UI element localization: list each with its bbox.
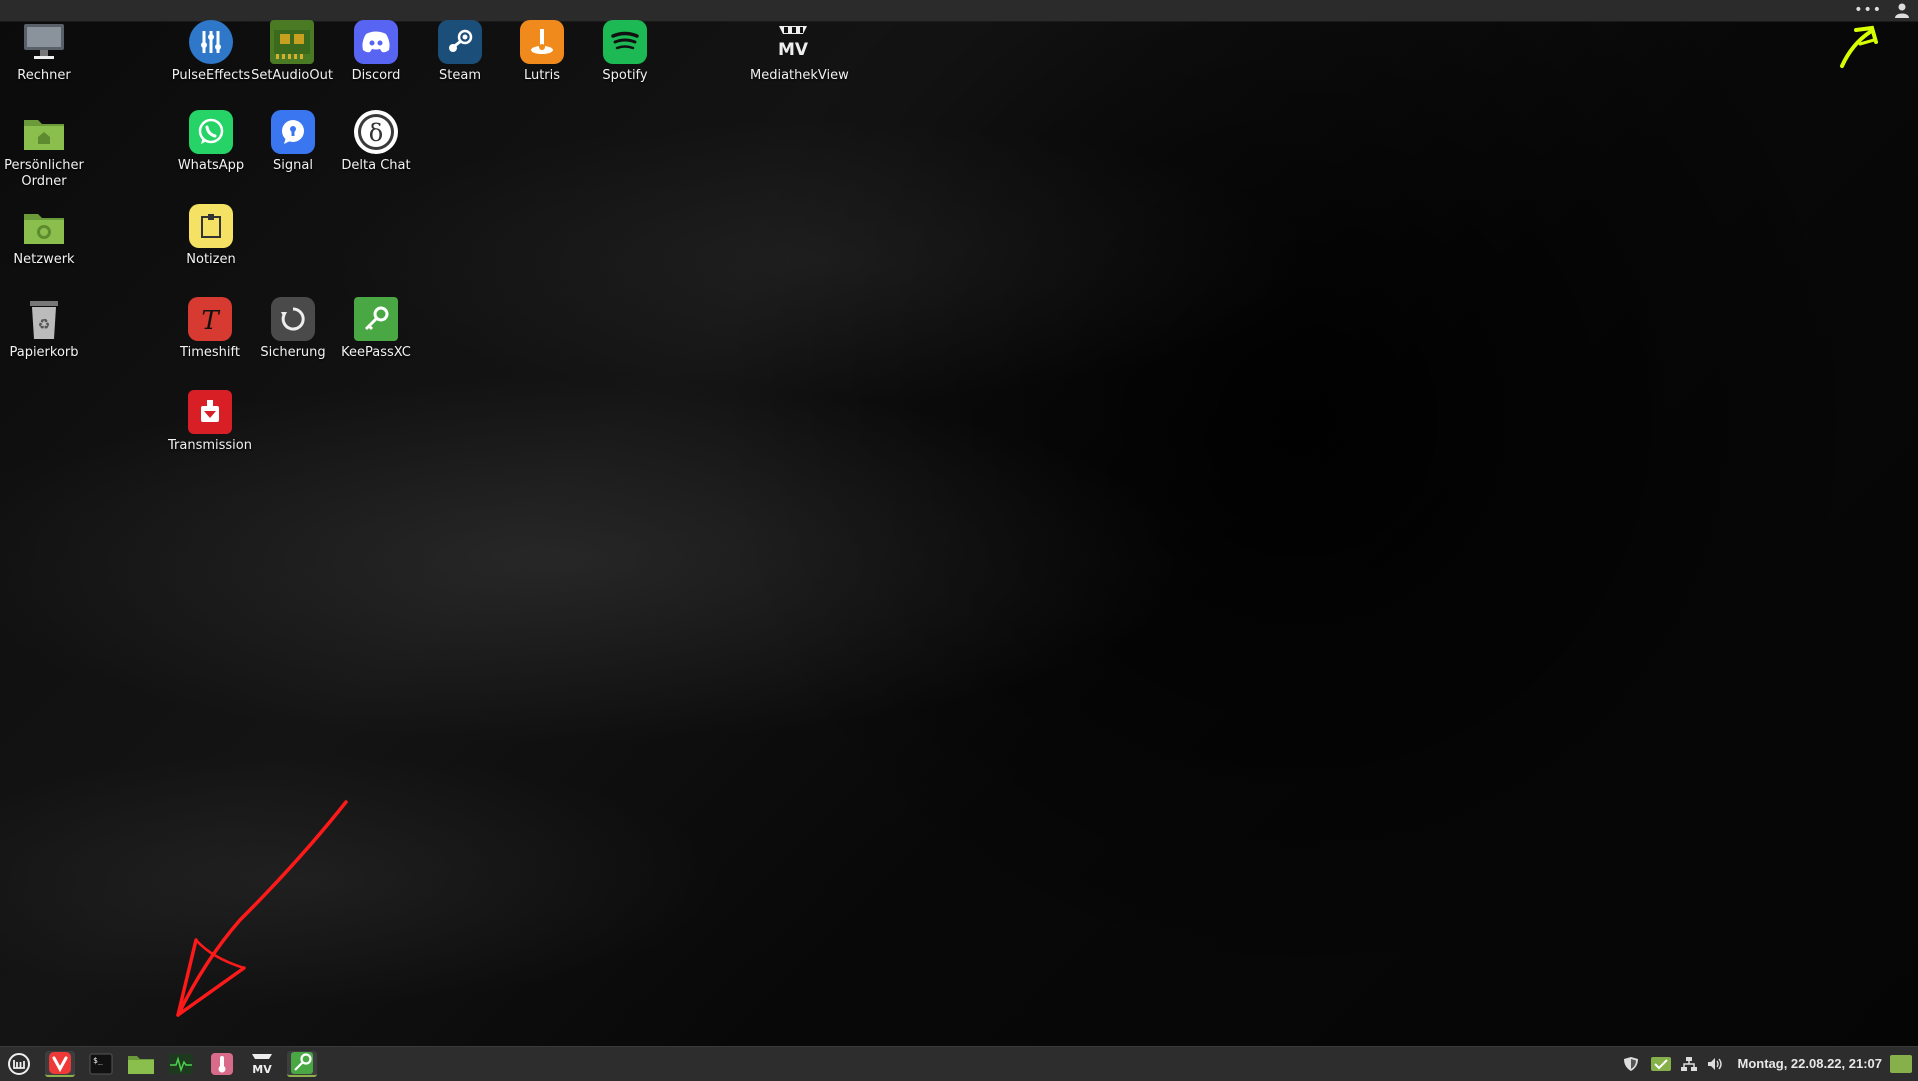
svg-text:$_: $_ [93, 1056, 103, 1065]
desktop-icon-notes[interactable]: Notizen [169, 204, 253, 268]
network-folder-icon [22, 204, 66, 248]
update-manager-icon[interactable] [1650, 1056, 1672, 1072]
backup-icon [271, 297, 315, 341]
vivaldi-icon[interactable] [45, 1051, 75, 1077]
deltachat-icon: δ [354, 110, 398, 154]
steam-icon [438, 20, 482, 64]
notes-icon [189, 204, 233, 248]
pulseeffects-icon [189, 20, 233, 64]
spotify-icon [603, 20, 647, 64]
svg-text:MV: MV [252, 1063, 272, 1076]
network-icon[interactable] [1680, 1056, 1698, 1072]
shield-icon[interactable] [1622, 1056, 1640, 1072]
show-desktop-button[interactable] [1890, 1055, 1912, 1073]
transmission-icon [188, 390, 232, 434]
user-icon[interactable] [1894, 2, 1910, 18]
lutris-icon [520, 20, 564, 64]
desktop-icon-keepassxc[interactable]: KeePassXC [334, 297, 418, 361]
keepassxc-icon [354, 297, 398, 341]
desktop-icon-pulseeffects[interactable]: PulseEffects [169, 20, 253, 84]
system-monitor-icon[interactable] [166, 1051, 196, 1077]
top-panel: ••• [0, 0, 1918, 22]
mediathekview-icon: MV [771, 20, 815, 64]
desktop-icon-whatsapp[interactable]: WhatsApp [169, 110, 253, 174]
desktop-icon-deltachat[interactable]: δ Delta Chat [334, 110, 418, 174]
desktop-icon-home-folder[interactable]: Persönlicher Ordner [2, 110, 86, 190]
discord-icon [354, 20, 398, 64]
desktop-icon-setaudioout[interactable]: SetAudioOut [250, 20, 334, 84]
svg-text:δ: δ [369, 119, 383, 147]
computer-icon [22, 20, 66, 64]
desktop-icon-spotify[interactable]: Spotify [583, 20, 667, 84]
desktop-icon-signal[interactable]: Signal [251, 110, 335, 174]
svg-text:♻: ♻ [38, 317, 51, 333]
svg-text:T: T [201, 306, 220, 334]
desktop-icon-mediathekview[interactable]: MV MediathekView [750, 20, 849, 84]
volume-icon[interactable] [1706, 1056, 1724, 1072]
thermometer-icon[interactable] [207, 1051, 237, 1077]
desktop-icon-network[interactable]: Netzwerk [2, 204, 86, 268]
desktop-icon-trash[interactable]: ♻ Papierkorb [2, 297, 86, 361]
desktop-icon-lutris[interactable]: Lutris [500, 20, 584, 84]
signal-icon [271, 110, 315, 154]
desktop-icon-backup[interactable]: Sicherung [251, 297, 335, 361]
keepassxc-taskbar-icon[interactable] [287, 1051, 317, 1077]
home-folder-icon [22, 110, 66, 154]
files-icon[interactable] [126, 1051, 156, 1077]
trash-icon: ♻ [22, 297, 66, 341]
more-options-icon[interactable]: ••• [1854, 2, 1882, 18]
timeshift-icon: T [188, 297, 232, 341]
mediathekview-taskbar-icon[interactable]: MV [247, 1051, 277, 1077]
taskbar: $_ MV Montag, 22.08.22, 21:07 [0, 1046, 1918, 1081]
desktop-icon-transmission[interactable]: Transmission [168, 390, 252, 454]
desktop-icon-discord[interactable]: Discord [334, 20, 418, 84]
desktop-icon-rechner[interactable]: Rechner [2, 20, 86, 84]
desktop-icon-steam[interactable]: Steam [418, 20, 502, 84]
desktop-icon-timeshift[interactable]: T Timeshift [168, 297, 252, 361]
mint-menu-icon[interactable] [4, 1051, 34, 1077]
setaudioout-icon [270, 20, 314, 64]
terminal-icon[interactable]: $_ [86, 1051, 116, 1077]
svg-text:MV: MV [778, 40, 809, 60]
whatsapp-icon [189, 110, 233, 154]
clock[interactable]: Montag, 22.08.22, 21:07 [1737, 1056, 1882, 1071]
